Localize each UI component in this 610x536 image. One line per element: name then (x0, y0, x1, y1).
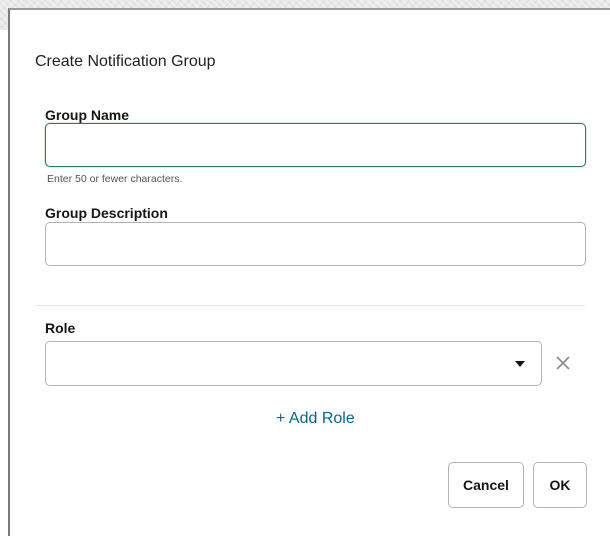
group-name-input[interactable] (45, 123, 586, 167)
role-label: Role (45, 320, 76, 336)
section-divider (35, 305, 585, 306)
cancel-button[interactable]: Cancel (448, 462, 524, 508)
chevron-down-icon[interactable] (515, 361, 525, 367)
page: Create Notification Group Group Name Ent… (0, 0, 610, 536)
group-name-helper-text: Enter 50 or fewer characters. (47, 173, 183, 185)
group-description-input[interactable] (45, 222, 586, 266)
group-description-label: Group Description (45, 205, 168, 221)
ok-button[interactable]: OK (533, 462, 587, 508)
close-icon[interactable] (553, 353, 573, 373)
add-role-link[interactable]: + Add Role (276, 410, 355, 428)
role-select[interactable] (45, 341, 542, 386)
group-name-label: Group Name (45, 107, 130, 123)
dialog-title: Create Notification Group (35, 53, 216, 70)
create-notification-group-dialog (8, 8, 610, 536)
